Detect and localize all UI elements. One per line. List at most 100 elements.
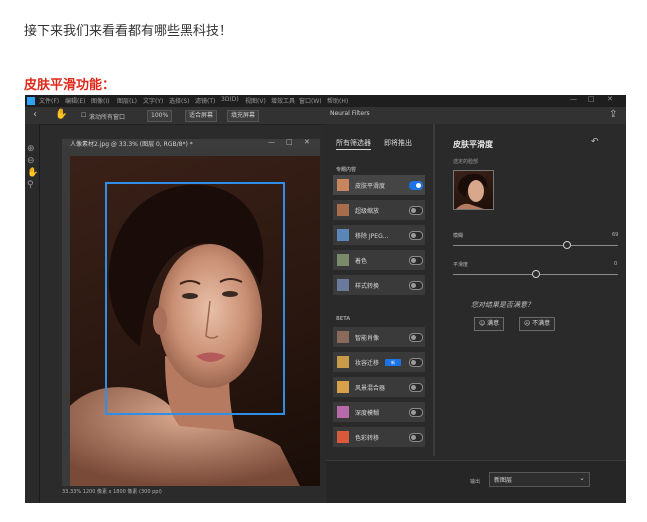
doc-maximize-icon[interactable]: □ (286, 138, 293, 146)
slider-blur-track[interactable] (453, 245, 618, 246)
photoshop-screenshot: 文件(F) 编辑(E) 图像(I) 图层(L) 文字(Y) 选择(S) 滤镜(T… (25, 95, 626, 503)
tool-bar: ⊕ ⊖ ✋ ⚲ (25, 124, 40, 503)
super-zoom-thumb-icon (337, 204, 349, 216)
menu-plugins[interactable]: 增效工具 (271, 96, 295, 105)
filter-item-jpeg-removal[interactable]: 移除 JPEG... (333, 225, 425, 245)
section-title: 皮肤平滑功能： (24, 78, 116, 93)
menu-filter[interactable]: 滤镜(T) (195, 96, 215, 105)
menu-type[interactable]: 文字(Y) (143, 96, 163, 105)
slider-blur-label: 模糊 (453, 233, 464, 239)
slider-blur-knob[interactable] (562, 241, 571, 249)
close-icon[interactable]: ✕ (607, 95, 613, 103)
filter-toggle[interactable] (409, 408, 423, 417)
reset-icon[interactable]: ↶ (591, 137, 599, 147)
filter-item-skin-smoothing[interactable]: 皮肤平滑度 (333, 175, 425, 195)
smile-icon: ☺ (479, 320, 488, 327)
filter-toggle[interactable] (409, 433, 423, 442)
menu-image[interactable]: 图像(I) (91, 96, 109, 105)
filter-toggle[interactable] (409, 383, 423, 392)
satisfied-yes-button[interactable]: ☺ 满意 (474, 317, 505, 331)
zoom-100-button[interactable]: 100% (147, 110, 173, 122)
frown-icon: ☹ (524, 320, 533, 327)
slider-smoothness-value: 0 (614, 261, 618, 267)
menu-layer[interactable]: 图层(L) (117, 96, 137, 105)
menu-view[interactable]: 视图(V) (245, 96, 266, 105)
group-featured-label: 专题内容 (336, 167, 357, 173)
filter-toggle[interactable] (409, 181, 423, 190)
satisfied-question: 您对结果是否满意？ (471, 301, 534, 309)
zoom-in-icon[interactable]: ⊕ (27, 144, 35, 154)
filter-label: 移除 JPEG... (355, 233, 389, 240)
doc-minimize-icon[interactable]: — (268, 138, 275, 146)
filter-label: 样式转换 (355, 283, 380, 290)
menu-select[interactable]: 选择(S) (169, 96, 190, 105)
skin-smoothing-thumb-icon (337, 179, 349, 191)
ruler-top (62, 148, 320, 156)
filter-label: 皮肤平滑度 (355, 183, 386, 190)
tab-all-filters[interactable]: 所有筛选器 (336, 138, 371, 150)
face-thumbnail-illustration (456, 173, 488, 209)
photoshop-logo-icon (27, 97, 35, 105)
slider-smoothness-knob[interactable] (531, 270, 540, 278)
style-transfer-thumb-icon (337, 279, 349, 291)
filter-label: 风景混合器 (355, 385, 386, 392)
document-title: 人像素材2.jpg @ 33.3% (图层 0, RGB/8*) * (70, 141, 193, 148)
neural-filters-tab[interactable]: Neural Filters (330, 110, 370, 117)
filter-item-depth-blur[interactable]: 深度模糊 (333, 402, 425, 422)
filter-item-super-zoom[interactable]: 超级缩放 (333, 200, 425, 220)
hand-tool-icon[interactable]: ✋ (55, 109, 67, 120)
output-select[interactable]: 新图层 ⌄ (489, 472, 590, 487)
group-beta-label: BETA (336, 316, 351, 322)
ruler-left (62, 156, 70, 486)
output-select-value: 新图层 (494, 477, 513, 484)
filter-item-makeup-transfer[interactable]: 妆容迁移 新 (333, 352, 425, 372)
filter-toggle[interactable] (409, 333, 423, 342)
chevron-down-icon: ⌄ (579, 474, 585, 482)
scroll-all-checkbox[interactable]: ☐ (81, 112, 86, 119)
filter-label: 超级缩放 (355, 208, 380, 215)
smart-portrait-thumb-icon (337, 331, 349, 343)
satisfied-yes-label: 满意 (487, 320, 500, 327)
colorize-thumb-icon (337, 254, 349, 266)
detail-title: 皮肤平滑度 (453, 140, 493, 149)
fit-screen-button[interactable]: 适合屏幕 (185, 110, 218, 122)
options-bar: ‹ ✋ ☐ 滚动所有窗口 100% 适合屏幕 填充屏幕 ⇪ (25, 107, 626, 125)
filter-item-style-transfer[interactable]: 样式转换 (333, 275, 425, 295)
selected-face-thumbnail[interactable] (453, 170, 494, 210)
menu-help[interactable]: 帮助(H) (327, 96, 348, 105)
landscape-mixer-thumb-icon (337, 381, 349, 393)
filter-toggle[interactable] (409, 231, 423, 240)
output-label: 输出 (470, 479, 481, 485)
doc-close-icon[interactable]: ✕ (304, 138, 310, 146)
filter-item-smart-portrait[interactable]: 智能肖像 (333, 327, 425, 347)
tab-coming-soon[interactable]: 即将推出 (384, 138, 412, 148)
menu-bar: 文件(F) 编辑(E) 图像(I) 图层(L) 文字(Y) 选择(S) 滤镜(T… (25, 95, 626, 107)
search-icon[interactable]: ⚲ (27, 180, 34, 190)
share-icon[interactable]: ⇪ (609, 109, 617, 120)
back-arrow-icon[interactable]: ‹ (33, 109, 37, 120)
document-tab[interactable]: 人像素材2.jpg @ 33.3% (图层 0, RGB/8*) * — □ ✕ (62, 138, 320, 148)
filter-item-colorize[interactable]: 着色 (333, 250, 425, 270)
filter-item-landscape-mixer[interactable]: 风景混合器 (333, 377, 425, 397)
menu-file[interactable]: 文件(F) (39, 96, 59, 105)
fill-screen-button[interactable]: 填充屏幕 (227, 110, 260, 122)
zoom-out-icon[interactable]: ⊖ (27, 156, 35, 166)
slider-smoothness-label: 平滑度 (453, 262, 469, 268)
hand-icon[interactable]: ✋ (27, 168, 38, 178)
face-selection-box[interactable] (105, 182, 285, 415)
color-transfer-thumb-icon (337, 431, 349, 443)
menu-edit[interactable]: 编辑(E) (65, 96, 85, 105)
menu-3d[interactable]: 3D(D) (221, 96, 239, 103)
panel-divider[interactable] (433, 124, 435, 456)
satisfied-no-label: 不满意 (532, 320, 551, 327)
filter-toggle[interactable] (409, 206, 423, 215)
filter-toggle[interactable] (409, 281, 423, 290)
minimize-icon[interactable]: — (570, 95, 577, 103)
filter-toggle[interactable] (409, 358, 423, 367)
filter-label: 智能肖像 (355, 335, 380, 342)
maximize-icon[interactable]: □ (588, 95, 595, 103)
satisfied-no-button[interactable]: ☹ 不满意 (519, 317, 556, 331)
filter-toggle[interactable] (409, 256, 423, 265)
menu-window[interactable]: 窗口(W) (299, 96, 322, 105)
filter-item-color-transfer[interactable]: 色彩转移 (333, 427, 425, 447)
